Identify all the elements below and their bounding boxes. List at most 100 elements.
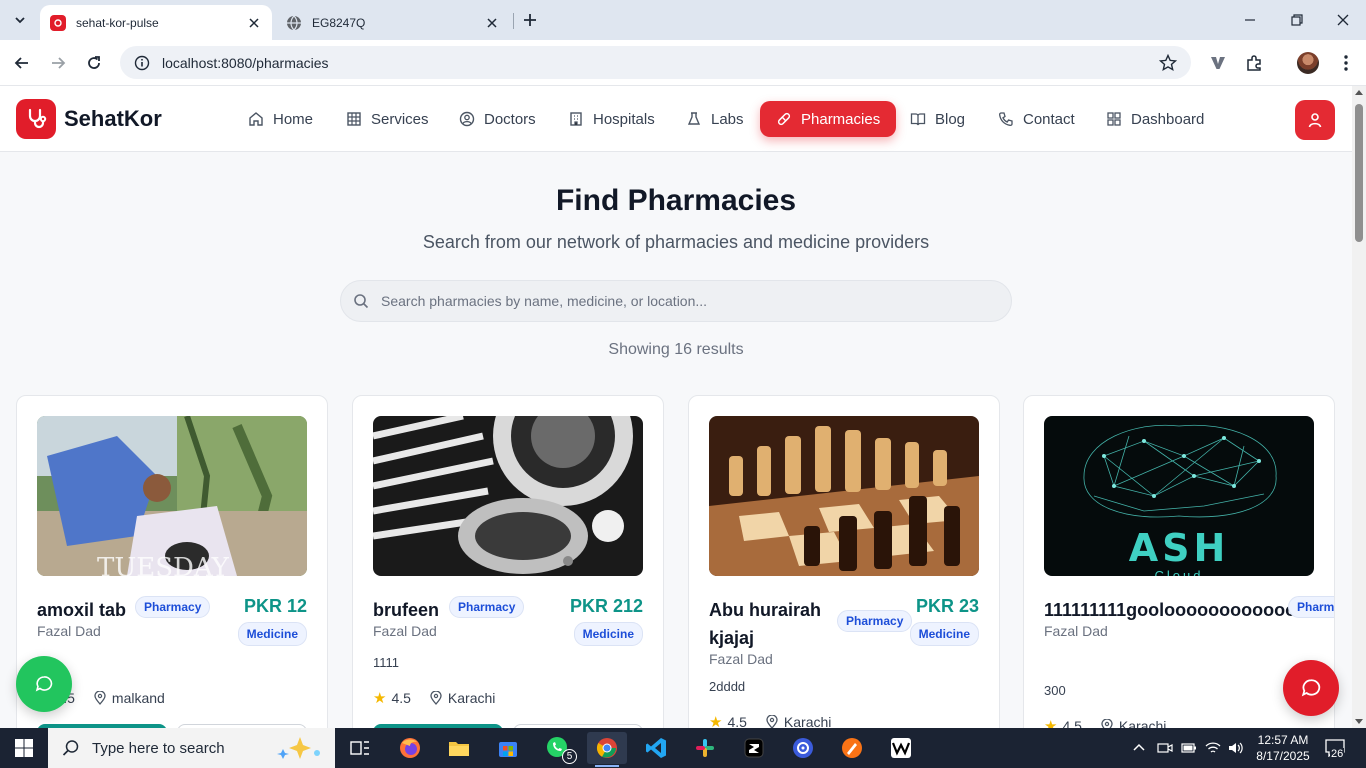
card-title[interactable]: brufeen — [373, 596, 439, 624]
nav-contact[interactable]: Contact — [988, 101, 1085, 137]
microsoft-store-icon[interactable] — [488, 732, 528, 764]
page-scrollbar[interactable] — [1352, 86, 1366, 728]
chrome-icon[interactable] — [587, 732, 627, 767]
nav-label: Hospitals — [593, 110, 655, 128]
browser-menu-icon[interactable] — [1335, 52, 1357, 74]
scroll-down-arrow[interactable] — [1355, 719, 1363, 724]
taskbar-clock[interactable]: 12:57 AM 8/17/2025 — [1252, 732, 1314, 764]
restore-button[interactable] — [1287, 10, 1307, 30]
clock-date: 8/17/2025 — [1256, 749, 1310, 763]
dashboard-icon — [1107, 112, 1121, 126]
stethoscope-logo-icon[interactable] — [16, 99, 56, 139]
close-window-button[interactable] — [1333, 10, 1353, 30]
building-icon — [570, 112, 582, 126]
browser-tab[interactable]: EG8247Q — [276, 5, 510, 40]
windows-logo-icon — [15, 739, 33, 757]
nav-doctors[interactable]: Doctors — [449, 101, 546, 137]
start-button[interactable] — [0, 728, 48, 768]
nav-home[interactable]: Home — [238, 101, 323, 137]
wondershare-icon[interactable] — [881, 732, 921, 764]
forward-button[interactable] — [47, 52, 69, 74]
show-hidden-icons[interactable] — [1132, 728, 1146, 768]
nav-services[interactable]: Services — [336, 101, 439, 137]
card-rating: 4.5 — [391, 690, 411, 706]
scroll-up-arrow[interactable] — [1355, 90, 1363, 95]
minimize-button[interactable] — [1240, 10, 1260, 30]
card-image[interactable] — [373, 416, 643, 576]
back-button[interactable] — [11, 52, 33, 74]
taskbar-search[interactable]: Type here to search — [48, 728, 335, 768]
profile-avatar[interactable] — [1297, 52, 1319, 74]
card-owner: Fazal Dad — [37, 623, 101, 639]
vscode-icon[interactable] — [636, 732, 676, 764]
map-pin-icon — [766, 715, 778, 728]
card-title-line1[interactable]: Abu hurairah — [709, 596, 821, 624]
nav-blog[interactable]: Blog — [900, 101, 975, 137]
brand-name[interactable]: SehatKor — [64, 106, 162, 132]
battery-icon[interactable] — [1181, 728, 1197, 768]
card-image[interactable] — [709, 416, 979, 576]
site-header: SehatKor Home Services Doctors Hospitals… — [0, 86, 1352, 152]
file-explorer-icon[interactable] — [439, 732, 479, 764]
reload-button[interactable] — [83, 52, 105, 74]
search-input[interactable] — [381, 293, 981, 309]
nav-labs[interactable]: Labs — [676, 101, 754, 137]
nav-hospitals[interactable]: Hospitals — [558, 101, 665, 137]
page-subtitle: Search from our network of pharmacies an… — [422, 232, 930, 252]
map-pin-icon — [1101, 719, 1113, 728]
settings-gear-icon[interactable] — [783, 732, 823, 764]
user-account-button[interactable] — [1295, 100, 1335, 140]
book-icon — [910, 113, 926, 126]
card-meta: ★ 4.5 Karachi — [1044, 717, 1166, 728]
category-badge: Medicine — [909, 622, 979, 646]
tab-search-button[interactable] — [8, 8, 32, 32]
card-title-line2[interactable]: kjajaj — [709, 624, 754, 652]
nav-pharmacies[interactable]: Pharmacies — [760, 101, 897, 137]
card-location: malkand — [93, 690, 165, 706]
map-pin-icon — [94, 691, 106, 705]
scroll-thumb[interactable] — [1355, 104, 1363, 242]
capcut-icon[interactable] — [734, 732, 774, 764]
card-title[interactable]: amoxil tab — [37, 596, 126, 624]
browser-tab-active[interactable]: sehat-kor-pulse — [40, 5, 272, 40]
new-tab-button[interactable] — [520, 10, 540, 30]
firefox-icon[interactable] — [390, 732, 430, 764]
card-title[interactable]: 111111111goolooooooooooooo — [1044, 596, 1307, 624]
tab-separator — [513, 13, 514, 29]
chevron-down-icon — [15, 17, 25, 24]
volume-icon[interactable] — [1228, 728, 1244, 768]
extensions-puzzle-icon[interactable] — [1243, 52, 1265, 74]
card-image[interactable]: ASH Cloud — [1044, 416, 1314, 576]
card-image[interactable]: TUESDAY — [37, 416, 307, 576]
browser-tab-bar: sehat-kor-pulse EG8247Q — [0, 0, 1366, 40]
card-rating: 4.5 — [727, 714, 747, 728]
search-bar[interactable] — [340, 280, 1012, 322]
nav-dashboard[interactable]: Dashboard — [1096, 101, 1214, 137]
address-bar[interactable]: localhost:8080/pharmacies — [120, 46, 1191, 79]
extension-v-icon[interactable] — [1207, 52, 1229, 74]
star-icon: ★ — [709, 714, 723, 728]
page-viewport: SehatKor Home Services Doctors Hospitals… — [0, 86, 1352, 728]
clock-time: 12:57 AM — [1257, 733, 1309, 747]
windows-taskbar: Type here to search 5 12:57 AM 8/17/2025… — [0, 728, 1366, 768]
chat-fab-button[interactable] — [16, 656, 72, 712]
pharmacy-card[interactable]: Abu hurairah kjajaj Pharmacy PKR 23 Medi… — [688, 395, 1000, 728]
pharmacy-card[interactable]: brufeen Pharmacy PKR 212 Medicine Fazal … — [352, 395, 664, 728]
whatsapp-icon[interactable]: 5 — [538, 732, 578, 764]
card-meta: ★ 4.5 Karachi — [709, 713, 831, 728]
chat-bubble-icon — [35, 676, 53, 692]
close-tab-icon[interactable] — [246, 15, 262, 31]
wifi-icon[interactable] — [1205, 728, 1221, 768]
message-fab-button[interactable] — [1283, 660, 1339, 716]
whatsapp-badge: 5 — [562, 749, 577, 764]
info-icon — [134, 55, 150, 70]
meet-now-icon[interactable] — [1157, 728, 1173, 768]
task-view-icon[interactable] — [340, 732, 380, 764]
close-tab-icon[interactable] — [484, 15, 500, 31]
message-icon — [1301, 679, 1321, 697]
slack-icon[interactable] — [685, 732, 725, 764]
notification-center-button[interactable]: 26 — [1322, 736, 1348, 760]
pen-tool-icon[interactable] — [832, 732, 872, 764]
grid-icon — [347, 112, 361, 126]
browser-toolbar: localhost:8080/pharmacies — [0, 40, 1366, 86]
